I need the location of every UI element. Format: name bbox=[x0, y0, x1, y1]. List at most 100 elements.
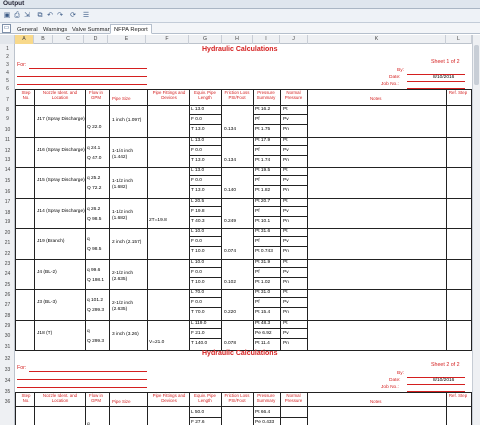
sheet1-title: Hydraulic Calculations bbox=[202, 46, 278, 53]
table-rule bbox=[34, 392, 35, 425]
column-header-j[interactable]: J bbox=[280, 35, 308, 44]
step-fittings: 2T=19.8 bbox=[149, 217, 167, 223]
column-header-e[interactable]: E bbox=[108, 35, 146, 44]
copy-icon[interactable]: ⧉ bbox=[36, 11, 44, 20]
row-header-21[interactable]: 21 bbox=[0, 240, 15, 246]
column-header-l[interactable]: L bbox=[446, 35, 472, 44]
tab-general[interactable]: General bbox=[13, 24, 42, 34]
step-pv: Pt 15.4 bbox=[255, 310, 271, 315]
table-rule bbox=[253, 89, 254, 350]
row-header-19[interactable]: 19 bbox=[0, 219, 15, 225]
row-header-35[interactable]: 35 bbox=[0, 389, 15, 395]
hdr-nozzle: Nozzle Ident. and Location bbox=[42, 90, 78, 100]
row-header-28[interactable]: 28 bbox=[0, 313, 15, 319]
row-header-1[interactable]: 1 bbox=[0, 46, 15, 52]
row-header-5[interactable]: 5 bbox=[0, 78, 15, 84]
column-header-c[interactable]: C bbox=[53, 35, 84, 44]
row-header-20[interactable]: 20 bbox=[0, 230, 15, 236]
row-header-32[interactable]: 32 bbox=[0, 356, 15, 362]
save-icon[interactable]: ▣ bbox=[3, 11, 11, 20]
column-header-g[interactable]: G bbox=[189, 35, 222, 44]
table-rule bbox=[189, 89, 190, 350]
refresh-icon[interactable]: ⟳ bbox=[69, 11, 77, 20]
step-flow: Q 98.5 bbox=[87, 216, 102, 222]
vertical-scrollbar[interactable] bbox=[472, 35, 480, 425]
row-header-27[interactable]: 27 bbox=[0, 302, 15, 308]
step9-pe: Pe 0.433 bbox=[255, 420, 275, 425]
print-icon[interactable]: ⎙ bbox=[13, 11, 21, 20]
step-nozzle: J19 (Branch) bbox=[37, 239, 65, 244]
step-pf: Pf bbox=[255, 117, 260, 122]
scrollbar-thumb[interactable] bbox=[474, 45, 479, 85]
step-friction: 0.078 bbox=[224, 340, 237, 346]
row-header-6[interactable]: 6 bbox=[0, 86, 15, 92]
row-header-17[interactable]: 17 bbox=[0, 199, 15, 205]
step-pt: Pt 31.0 bbox=[255, 290, 271, 295]
step-L: L 10.0 bbox=[191, 259, 205, 265]
column-header-b[interactable]: B bbox=[34, 35, 53, 44]
row-header-36[interactable]: 36 bbox=[0, 399, 15, 405]
hdr2-step-no: Step No. bbox=[21, 393, 31, 403]
row-header-7[interactable]: 7 bbox=[0, 97, 15, 103]
column-header-k[interactable]: K bbox=[308, 35, 446, 44]
row-header-15[interactable]: 15 bbox=[0, 178, 15, 184]
sheet1-for-label: For: bbox=[17, 62, 27, 68]
row-header-29[interactable]: 29 bbox=[0, 323, 15, 329]
row-header-22[interactable]: 22 bbox=[0, 251, 15, 257]
row-header-13[interactable]: 13 bbox=[0, 157, 15, 163]
step-pt: Pt 19.5 bbox=[255, 168, 271, 173]
row-header-8[interactable]: 8 bbox=[0, 107, 15, 113]
step-L: L 13.0 bbox=[191, 137, 205, 143]
sheet1-sheet-label: Sheet 1 of 2 bbox=[431, 59, 460, 65]
row-header-18[interactable]: 18 bbox=[0, 210, 15, 216]
row-header-26[interactable]: 26 bbox=[0, 292, 15, 298]
row-header-16[interactable]: 16 bbox=[0, 189, 15, 195]
tab-nfpa-report[interactable]: NFPA Report bbox=[110, 24, 152, 34]
row-header-23[interactable]: 23 bbox=[0, 261, 15, 267]
column-header-h[interactable]: H bbox=[222, 35, 253, 44]
step-q: q 25.2 bbox=[87, 176, 101, 181]
row-header-4[interactable]: 4 bbox=[0, 70, 15, 76]
column-header-a[interactable]: A bbox=[15, 35, 34, 44]
table-rule bbox=[15, 392, 16, 425]
row-header-33[interactable]: 33 bbox=[0, 367, 15, 373]
row-header-14[interactable]: 14 bbox=[0, 167, 15, 173]
step-T: T 13.0 bbox=[191, 188, 205, 193]
column-header-d[interactable]: D bbox=[84, 35, 108, 44]
tab-menu-icon[interactable]: ▭ bbox=[2, 24, 11, 33]
row-header-9[interactable]: 9 bbox=[0, 116, 15, 122]
step-normal-pt: Pt bbox=[283, 259, 288, 265]
hdr2-ref: Ref. Step bbox=[448, 393, 468, 398]
layout-icon[interactable]: ☰ bbox=[80, 11, 92, 20]
table-rule bbox=[147, 392, 148, 425]
step-pv: Pt 1.82 bbox=[255, 188, 271, 193]
step-pipe: 2-1/2 inch (2.635) bbox=[112, 270, 134, 282]
row-header-25[interactable]: 25 bbox=[0, 282, 15, 288]
step-normal-pv: Pv bbox=[283, 239, 289, 244]
tab-warnings[interactable]: Warnings bbox=[39, 24, 71, 34]
column-header-f[interactable]: F bbox=[146, 35, 189, 44]
step-L: L 119.0 bbox=[191, 320, 207, 326]
step-F: F 0.0 bbox=[191, 117, 202, 122]
row-header-3[interactable]: 3 bbox=[0, 62, 15, 68]
column-header-i[interactable]: I bbox=[253, 35, 280, 44]
step-normal-pn: Pn bbox=[283, 340, 289, 346]
row-header-31[interactable]: 31 bbox=[0, 344, 15, 350]
export-icon[interactable]: ⇲ bbox=[23, 11, 31, 20]
row-header-10[interactable]: 10 bbox=[0, 127, 15, 133]
step-pv: Pt 11.4 bbox=[255, 340, 270, 346]
row-header-34[interactable]: 34 bbox=[0, 378, 15, 384]
row-header-24[interactable]: 24 bbox=[0, 271, 15, 277]
row-header-30[interactable]: 30 bbox=[0, 333, 15, 339]
step-F: F 19.8 bbox=[191, 208, 205, 214]
step-normal-pn: Pn bbox=[283, 157, 289, 163]
table-rule bbox=[471, 392, 472, 425]
redo-icon[interactable]: ↷ bbox=[56, 11, 64, 20]
step-L: L 70.0 bbox=[191, 290, 205, 295]
row-header-12[interactable]: 12 bbox=[0, 148, 15, 154]
row-header-11[interactable]: 11 bbox=[0, 137, 15, 143]
row-header-2[interactable]: 2 bbox=[0, 54, 15, 60]
step-fittings: V=21.0 bbox=[149, 339, 165, 345]
undo-icon[interactable]: ↶ bbox=[46, 11, 54, 20]
select-all-corner[interactable] bbox=[0, 35, 15, 44]
